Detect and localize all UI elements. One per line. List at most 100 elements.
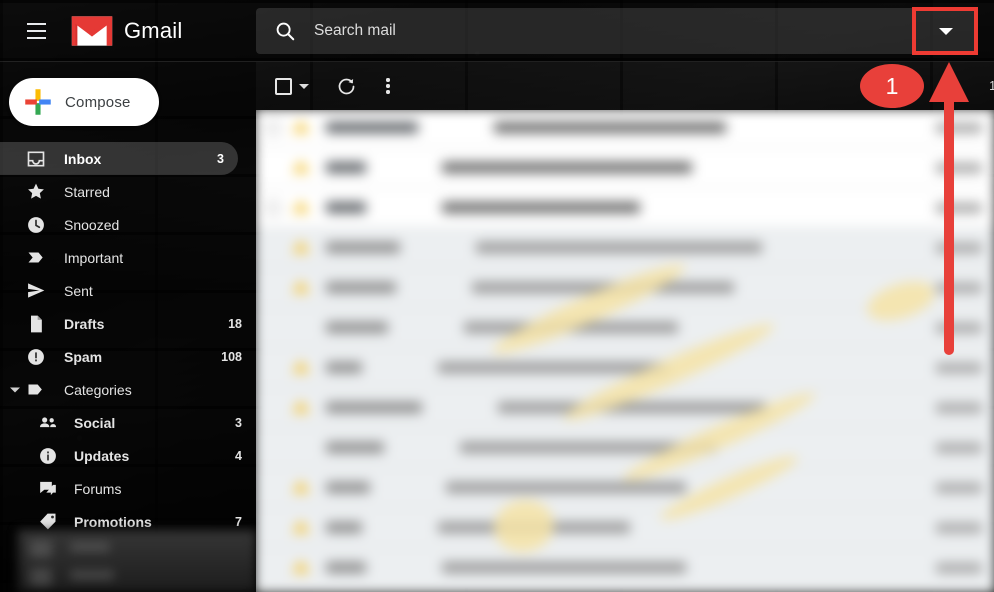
row-checkbox[interactable] — [266, 561, 280, 575]
row-subject — [494, 122, 726, 133]
row-checkbox[interactable] — [266, 441, 280, 455]
sidebar-item-label: Promotions — [74, 513, 152, 530]
sidebar-item-count: 108 — [221, 349, 242, 364]
sidebar: Compose Inbox 3 Starred Snoozed Important Sen… — [0, 62, 256, 592]
sidebar-item-count: 7 — [235, 514, 242, 529]
row-checkbox[interactable] — [266, 401, 280, 415]
table-row[interactable] — [256, 268, 994, 308]
search-options-button[interactable] — [914, 8, 978, 54]
star-icon[interactable] — [292, 280, 310, 293]
sidebar-item-updates[interactable]: Updates 4 — [0, 439, 256, 472]
sidebar-bottom-panel — [18, 530, 256, 592]
star-icon[interactable] — [292, 120, 310, 133]
checkbox-icon — [275, 77, 292, 95]
table-row[interactable] — [256, 468, 994, 508]
compose-label: Compose — [65, 93, 131, 111]
row-checkbox[interactable] — [266, 241, 280, 255]
sidebar-item-label: Social — [74, 414, 116, 431]
table-row[interactable] — [256, 188, 994, 228]
sidebar-item-count: 3 — [235, 415, 242, 430]
hamburger-menu-icon[interactable] — [12, 7, 60, 55]
refresh-button[interactable] — [329, 69, 363, 103]
star-icon[interactable] — [292, 160, 310, 173]
row-checkbox[interactable] — [266, 120, 280, 135]
table-row[interactable] — [256, 110, 994, 148]
select-all-checkbox[interactable] — [275, 77, 309, 95]
row-subject — [442, 202, 640, 213]
sidebar-item-important[interactable]: Important — [0, 241, 256, 274]
star-icon[interactable] — [292, 520, 310, 533]
local-offer-tag-icon — [38, 512, 58, 532]
search-bar[interactable] — [256, 8, 978, 54]
table-row[interactable] — [256, 148, 994, 188]
mail-list-container[interactable] — [256, 110, 994, 592]
plus-icon — [25, 89, 51, 115]
gmail-logo-icon — [71, 16, 113, 46]
send-icon — [26, 281, 46, 301]
sidebar-item-snoozed[interactable]: Snoozed — [0, 208, 256, 241]
table-row[interactable] — [256, 508, 994, 548]
sidebar-item-label: Important — [64, 249, 124, 266]
compose-button[interactable]: Compose — [9, 78, 159, 126]
row-date — [936, 322, 982, 333]
sidebar-item-drafts[interactable]: Drafts 18 — [0, 307, 256, 340]
row-checkbox[interactable] — [266, 361, 280, 375]
row-checkbox[interactable] — [266, 161, 280, 175]
hamburger-bar — [26, 37, 46, 39]
star-icon[interactable] — [292, 480, 310, 493]
star-icon[interactable] — [292, 240, 310, 253]
brand[interactable]: Gmail — [70, 14, 182, 48]
table-row[interactable] — [256, 388, 994, 428]
more-options-button[interactable] — [371, 69, 405, 103]
star-icon[interactable] — [292, 400, 310, 413]
star-icon[interactable] — [292, 440, 310, 453]
row-sender — [326, 322, 388, 333]
row-sender — [326, 522, 362, 533]
app-header: Gmail — [0, 0, 994, 62]
sidebar-item-label: Snoozed — [64, 216, 120, 233]
sidebar-item-social[interactable]: Social 3 — [0, 406, 256, 439]
hamburger-bar — [26, 30, 46, 32]
label-important-icon — [26, 248, 46, 268]
row-date — [936, 482, 982, 493]
brand-name: Gmail — [124, 18, 183, 43]
gmail-window: Gmail Compose Inbox3StarredSnoozedI — [0, 0, 994, 592]
star-icon[interactable] — [292, 360, 310, 373]
star-icon[interactable] — [292, 560, 310, 573]
row-sender — [326, 282, 396, 293]
sidebar-item-label: Updates — [74, 447, 130, 464]
sidebar-item-forums[interactable]: Forums — [0, 472, 256, 505]
sidebar-item-label: Categories — [64, 381, 132, 398]
chevron-down-icon — [299, 83, 309, 89]
table-row[interactable] — [256, 348, 994, 388]
row-checkbox[interactable] — [266, 200, 280, 215]
blurred-avatar — [30, 568, 52, 586]
star-icon[interactable] — [292, 200, 310, 213]
sidebar-item-starred[interactable]: Starred — [0, 175, 256, 208]
row-checkbox[interactable] — [266, 321, 280, 335]
mail-toolbar: 1–5 — [256, 62, 994, 110]
chevron-expand-icon[interactable] — [10, 387, 20, 392]
row-checkbox[interactable] — [266, 281, 280, 295]
table-row[interactable] — [256, 428, 994, 468]
search-input[interactable] — [314, 22, 914, 40]
row-date — [936, 362, 982, 373]
sidebar-item-spam[interactable]: Spam 108 — [0, 340, 256, 373]
row-checkbox[interactable] — [266, 521, 280, 535]
table-row[interactable] — [256, 228, 994, 268]
mail-list — [256, 110, 994, 592]
sidebar-item-inbox[interactable]: Inbox 3 — [0, 142, 238, 175]
row-subject — [472, 282, 734, 293]
sidebar-item-sent[interactable]: Sent — [0, 274, 256, 307]
row-sender — [326, 362, 362, 373]
row-date — [936, 442, 982, 453]
row-subject — [460, 442, 716, 453]
sidebar-item-categories[interactable]: Categories — [0, 373, 256, 406]
blurred-text — [70, 570, 114, 580]
row-subject — [442, 562, 686, 573]
star-icon[interactable] — [292, 320, 310, 333]
table-row[interactable] — [256, 308, 994, 348]
table-row[interactable] — [256, 548, 994, 588]
row-subject — [498, 402, 766, 413]
row-checkbox[interactable] — [266, 481, 280, 495]
